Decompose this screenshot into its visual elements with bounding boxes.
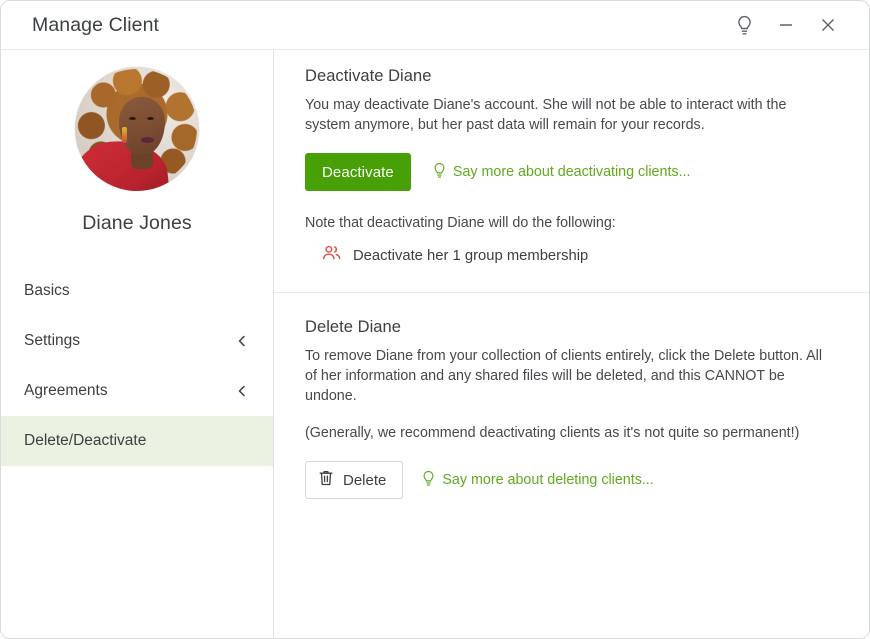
delete-description: To remove Diane from your collection of …: [305, 348, 823, 404]
title-bar: Manage Client: [1, 1, 869, 49]
close-icon: [818, 15, 838, 35]
manage-client-window: Manage Client Diane Jones Basics Setting…: [0, 0, 870, 639]
delete-button-label: Delete: [343, 471, 387, 489]
deactivate-actions: Deactivate Say more about deactivating c…: [305, 153, 839, 191]
client-identity: Diane Jones: [1, 50, 273, 235]
delete-section: Delete Diane To remove Diane from your c…: [274, 292, 869, 499]
sidebar-item-label: Agreements: [24, 382, 108, 399]
sidebar-item-label: Delete/Deactivate: [24, 432, 147, 449]
deactivate-heading: Deactivate Diane: [305, 67, 432, 85]
lightbulb-icon: [421, 470, 436, 491]
deactivate-note-text: Deactivate her 1 group membership: [353, 248, 589, 264]
sidebar-item-settings[interactable]: Settings: [1, 316, 273, 366]
sidebar-item-label: Basics: [24, 282, 70, 299]
sidebar-item-delete-deactivate[interactable]: Delete/Deactivate: [1, 416, 273, 466]
main-content: Deactivate Diane You may deactivate Dian…: [274, 50, 869, 638]
sidebar-item-basics[interactable]: Basics: [1, 266, 273, 316]
delete-heading: Delete Diane: [305, 318, 401, 336]
deactivate-description: You may deactivate Diane's account. She …: [305, 97, 787, 133]
sidebar-nav: Basics Settings Agreements Delete/Deacti…: [1, 266, 273, 466]
client-name: Diane Jones: [82, 212, 192, 234]
group-members-icon: [322, 244, 341, 268]
close-button[interactable]: [807, 8, 849, 42]
lightbulb-icon: [735, 15, 754, 36]
chevron-left-icon: [235, 384, 249, 398]
deactivate-note-item: Deactivate her 1 group membership: [305, 244, 839, 268]
delete-button[interactable]: Delete: [305, 461, 404, 499]
minimize-icon: [776, 15, 796, 35]
trash-icon: [318, 469, 334, 491]
deactivate-note-label: Note that deactivating Diane will do the…: [305, 215, 616, 231]
sidebar: Diane Jones Basics Settings Agreements D…: [1, 50, 274, 638]
deactivate-section: Deactivate Diane You may deactivate Dian…: [274, 50, 869, 292]
minimize-button[interactable]: [765, 8, 807, 42]
chevron-left-icon: [235, 334, 249, 348]
delete-actions: Delete Say more about deleting clients..…: [305, 461, 839, 499]
sidebar-item-label: Settings: [24, 332, 81, 349]
delete-hint-link[interactable]: Say more about deleting clients...: [421, 470, 654, 491]
deactivate-hint-link[interactable]: Say more about deactivating clients...: [432, 162, 691, 183]
window-body: Diane Jones Basics Settings Agreements D…: [1, 49, 869, 638]
help-lightbulb-button[interactable]: [723, 8, 765, 42]
avatar: [75, 67, 199, 191]
lightbulb-icon: [432, 162, 447, 183]
delete-recommendation: (Generally, we recommend deactivating cl…: [305, 425, 800, 441]
window-title: Manage Client: [32, 13, 160, 36]
deactivate-hint-label: Say more about deactivating clients...: [452, 164, 691, 180]
deactivate-button[interactable]: Deactivate: [305, 153, 411, 191]
delete-hint-label: Say more about deleting clients...: [442, 472, 654, 488]
sidebar-item-agreements[interactable]: Agreements: [1, 366, 273, 416]
